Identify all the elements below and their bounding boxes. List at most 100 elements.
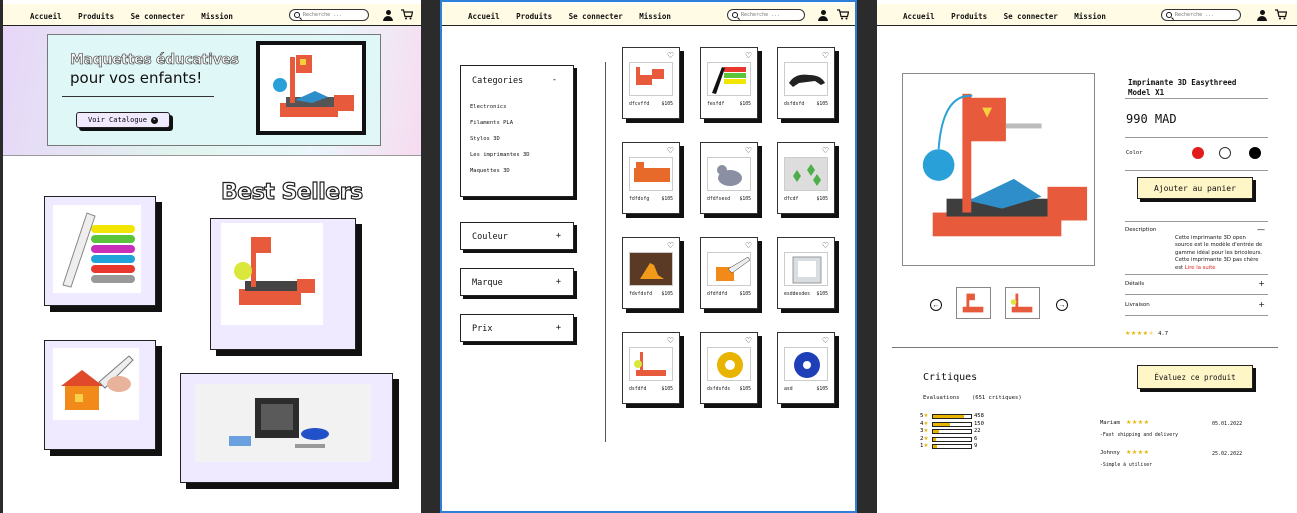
category-item[interactable]: Les imprimantes 3D: [470, 152, 530, 158]
wishlist-heart-icon[interactable]: ♡: [822, 241, 829, 250]
wishlist-heart-icon[interactable]: ♡: [667, 336, 674, 345]
rating-value: 4.7: [1158, 331, 1169, 337]
product-card[interactable]: ♡ fdfdsfg $105: [622, 142, 680, 214]
price-filter[interactable]: Prix +: [460, 314, 574, 342]
search-placeholder: Recherche ...: [303, 11, 343, 18]
rating-row-label: 3★: [920, 428, 929, 434]
product-card[interactable]: ♡ dfdfsesd $105: [700, 142, 758, 214]
nav-login-link[interactable]: Se connecter: [569, 12, 623, 21]
catalogue-frame: Accueil Produits Se connecter Mission Re…: [440, 0, 857, 513]
cart-icon[interactable]: [401, 9, 413, 20]
product-image: [707, 252, 751, 286]
product-card[interactable]: ♡ dfdfdfd $105: [700, 237, 758, 309]
categories-collapse-button[interactable]: -: [552, 75, 557, 85]
divider: [1125, 221, 1268, 222]
product-name: dfcdf: [784, 197, 799, 202]
cart-icon[interactable]: [1275, 9, 1287, 20]
nav-products-link[interactable]: Produits: [951, 12, 987, 21]
rate-product-label: Évaluez ce produit: [1154, 372, 1236, 382]
product-card[interactable]: ♡ dfcvffd $105: [622, 47, 680, 119]
review-stars: ★★★★: [1126, 420, 1150, 426]
nav-login-link[interactable]: Se connecter: [131, 12, 185, 21]
product-title: Imprimante 3D Easythreed Model X1: [1128, 78, 1237, 97]
product-card[interactable]: ♡ dsfdfd $105: [622, 332, 680, 404]
search-icon: [294, 11, 300, 18]
view-catalogue-button[interactable]: Voir Catalogue ➤: [76, 112, 170, 128]
wishlist-heart-icon[interactable]: ♡: [667, 241, 674, 250]
user-icon[interactable]: [383, 10, 393, 21]
description-accordion[interactable]: Description —: [1125, 225, 1268, 234]
nav-login-link[interactable]: Se connecter: [1004, 12, 1058, 21]
product-card[interactable]: ♡ fesfdf $105: [700, 47, 758, 119]
wishlist-heart-icon[interactable]: ♡: [667, 51, 674, 60]
product-name: dfcvffd: [629, 102, 650, 107]
wishlist-heart-icon[interactable]: ♡: [745, 336, 752, 345]
read-more-link[interactable]: Lire la suite: [1185, 265, 1216, 271]
color-swatch-white[interactable]: [1219, 147, 1231, 159]
brand-filter-label: Marque: [472, 278, 503, 288]
product-name: fesfdf: [707, 102, 725, 107]
best-seller-card-house[interactable]: [44, 340, 156, 450]
best-seller-card-pen[interactable]: [44, 196, 156, 306]
cart-icon[interactable]: [837, 9, 849, 20]
nav-products-link[interactable]: Produits: [78, 12, 114, 21]
wishlist-heart-icon[interactable]: ♡: [822, 51, 829, 60]
category-item[interactable]: Filaments PLA: [470, 120, 530, 126]
product-card[interactable]: ♡ esddesdes $105: [777, 237, 835, 309]
color-filter[interactable]: Couleur +: [460, 222, 574, 250]
brand-filter[interactable]: Marque +: [460, 268, 574, 296]
wishlist-heart-icon[interactable]: ♡: [745, 146, 752, 155]
next-image-button[interactable]: →: [1056, 299, 1068, 311]
color-swatch-black[interactable]: [1249, 147, 1261, 159]
rate-product-button[interactable]: Évaluez ce produit: [1137, 365, 1253, 389]
review-stars: ★★★★: [1126, 450, 1150, 456]
product-thumbnail[interactable]: [1005, 287, 1040, 319]
wishlist-heart-icon[interactable]: ♡: [745, 51, 752, 60]
delivery-accordion[interactable]: Livraison +: [1125, 300, 1268, 309]
user-icon[interactable]: [818, 10, 828, 21]
product-card[interactable]: ♡ fdvfdsfd $105: [622, 237, 680, 309]
category-item[interactable]: Electronics: [470, 104, 530, 110]
add-to-cart-button[interactable]: Ajouter au panier: [1137, 177, 1253, 199]
details-accordion[interactable]: Détails +: [1125, 279, 1268, 288]
wishlist-heart-icon[interactable]: ♡: [667, 146, 674, 155]
wishlist-heart-icon[interactable]: ♡: [745, 241, 752, 250]
product-price: $105: [661, 292, 673, 297]
search-input[interactable]: Recherche ...: [1161, 8, 1241, 21]
previous-image-button[interactable]: ←: [930, 299, 942, 311]
product-image: [707, 347, 751, 381]
review-text: -Simple à utiliser: [1100, 463, 1152, 468]
hero-printer-image: [256, 41, 366, 135]
nav-mission-link[interactable]: Mission: [201, 12, 233, 21]
product-detail-frame: Accueil Produits Se connecter Mission Re…: [877, 0, 1297, 513]
color-swatch-red[interactable]: [1192, 147, 1204, 159]
nav-links: Accueil Produits Se connecter Mission: [468, 6, 683, 24]
nav-home-link[interactable]: Accueil: [903, 12, 935, 21]
nav-products-link[interactable]: Produits: [516, 12, 552, 21]
wishlist-heart-icon[interactable]: ♡: [822, 336, 829, 345]
rating-count: 22: [974, 428, 981, 434]
nav-home-link[interactable]: Accueil: [30, 12, 62, 21]
reviews-count: (651 critiques): [972, 395, 1022, 401]
top-navbar: Accueil Produits Se connecter Mission Re…: [877, 4, 1297, 26]
best-seller-card-printer[interactable]: [210, 218, 356, 350]
product-price: $105: [661, 387, 673, 392]
product-thumbnail[interactable]: [956, 287, 991, 319]
product-card[interactable]: ♡ asd $105: [777, 332, 835, 404]
product-name: asd: [784, 387, 793, 392]
nav-home-link[interactable]: Accueil: [468, 12, 500, 21]
product-card[interactable]: ♡ dsfdsfd $105: [777, 47, 835, 119]
nav-mission-link[interactable]: Mission: [1074, 12, 1106, 21]
nav-mission-link[interactable]: Mission: [639, 12, 671, 21]
search-input[interactable]: Recherche ...: [727, 8, 805, 21]
best-seller-card-enclosed-printer[interactable]: [180, 373, 393, 483]
product-name: fdvfdsfd: [629, 292, 653, 297]
wishlist-heart-icon[interactable]: ♡: [822, 146, 829, 155]
user-icon[interactable]: [1257, 10, 1267, 21]
search-input[interactable]: Recherche ...: [289, 8, 369, 21]
product-card[interactable]: ♡ dfcdf $105: [777, 142, 835, 214]
product-card[interactable]: ♡ dsfdsfds $105: [700, 332, 758, 404]
category-item[interactable]: Stylos 3D: [470, 136, 530, 142]
category-item[interactable]: Maquettes 3D: [470, 168, 530, 174]
3d-pen-house-image: [53, 348, 139, 420]
